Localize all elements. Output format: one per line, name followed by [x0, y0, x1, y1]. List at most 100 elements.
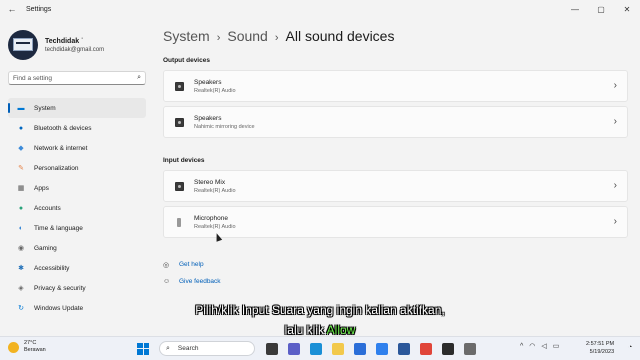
minimize-button[interactable]: —	[562, 0, 588, 18]
weather-widget[interactable]: 27°C Berawan	[8, 340, 46, 354]
output-devices-heading: Output devices	[163, 57, 210, 64]
device-name: Microphone	[194, 214, 228, 222]
sidebar-item-gaming[interactable]: ◉ Gaming	[8, 238, 146, 258]
globe-icon: ◐	[18, 224, 24, 232]
input-device-stereo-mix[interactable]: Stereo Mix Realtek(R) Audio ›	[163, 170, 628, 202]
person-icon: ●	[18, 204, 24, 212]
help-links: ◎ Get help ☺ Give feedback	[163, 256, 221, 290]
speaker-icon	[174, 181, 184, 191]
device-name: Speakers	[194, 114, 222, 122]
give-feedback-label: Give feedback	[179, 278, 221, 285]
sidebar-item-label: Bluetooth & devices	[34, 124, 92, 132]
window-controls: — ▢ ✕	[562, 0, 640, 18]
sidebar-item-apps[interactable]: ▦ Apps	[8, 178, 146, 198]
device-name: Stereo Mix	[194, 178, 226, 186]
input-device-microphone[interactable]: Microphone Realtek(R) Audio ›	[163, 206, 628, 238]
sidebar-item-network[interactable]: ◆ Network & internet	[8, 138, 146, 158]
speaker-icon	[174, 81, 184, 91]
give-feedback-link[interactable]: ☺ Give feedback	[163, 273, 221, 290]
monitor-icon: ▬	[17, 104, 25, 112]
taskbar-search-label: Search	[177, 345, 199, 352]
avatar	[8, 30, 38, 60]
subtitle-line-1: Pilih/klik Input Suara yang ingin kalian…	[195, 303, 445, 317]
shield-icon: ◈	[18, 285, 24, 292]
sidebar-nav: ▬ System ● Bluetooth & devices ◆ Network & …	[8, 98, 146, 318]
speaker-icon	[174, 117, 184, 127]
terminal-icon[interactable]	[442, 342, 454, 355]
taskbar: 27°C Berawan ⌕ Search ^ ◠ ◁ ▭ 2:57:51 PM 5…	[0, 336, 640, 360]
title-bar: ← Settings	[0, 0, 640, 18]
volume-icon[interactable]: ◁	[541, 342, 546, 350]
device-driver: Realtek(R) Audio	[194, 87, 236, 94]
sidebar: Techdidak ˙ techdidak@gmail.com ⌕ ▬ Syste…	[0, 18, 152, 336]
profile-name: Techdidak ˙	[45, 37, 84, 45]
explorer-icon[interactable]	[332, 342, 344, 355]
video-subtitle: Pilih/klik Input Suara yang ingin kalian…	[0, 300, 640, 340]
sidebar-item-accessibility[interactable]: ✱ Accessibility	[8, 258, 146, 278]
chevron-right-icon: ›	[613, 80, 617, 91]
sidebar-item-system[interactable]: ▬ System	[8, 98, 146, 118]
accessibility-icon: ✱	[18, 265, 24, 272]
gamepad-icon: ◉	[17, 245, 25, 252]
chevron-right-icon: ›	[613, 116, 617, 127]
system-tray: ^ ◠ ◁ ▭	[520, 342, 565, 351]
device-name: Speakers	[194, 78, 222, 86]
sidebar-item-privacy[interactable]: ◈ Privacy & security	[8, 278, 146, 298]
battery-icon[interactable]: ▭	[553, 342, 560, 350]
windows-start-icon[interactable]	[137, 342, 149, 355]
user-profile[interactable]: Techdidak ˙ techdidak@gmail.com	[8, 30, 104, 60]
settings-icon[interactable]	[464, 342, 476, 355]
chrome-icon[interactable]	[420, 342, 432, 355]
profile-email: techdidak@gmail.com	[45, 46, 105, 53]
sidebar-item-personalization[interactable]: ✎ Personalization	[8, 158, 146, 178]
sun-cloud-icon	[8, 341, 19, 353]
breadcrumb-separator: ›	[274, 32, 279, 44]
breadcrumb: System › Sound › All sound devices	[163, 28, 394, 44]
maximize-button[interactable]: ▢	[588, 0, 614, 18]
weather-temp: 27°C	[24, 340, 37, 346]
sidebar-item-label: Apps	[34, 184, 49, 192]
breadcrumb-system[interactable]: System	[163, 28, 210, 44]
search-input[interactable]	[13, 74, 138, 82]
search-icon[interactable]: ⌕	[137, 74, 141, 82]
chevron-up-icon[interactable]: ^	[520, 343, 523, 350]
back-arrow-icon[interactable]: ←	[2, 0, 22, 18]
device-driver: Realtek(R) Audio	[194, 223, 236, 230]
sidebar-item-time-language[interactable]: ◐ Time & language	[8, 218, 146, 238]
sidebar-item-label: Gaming	[34, 244, 57, 252]
word-icon[interactable]	[398, 342, 410, 355]
sidebar-item-bluetooth[interactable]: ● Bluetooth & devices	[8, 118, 146, 138]
sidebar-item-label: Time & language	[34, 224, 83, 232]
weather-condition: Berawan	[24, 347, 46, 353]
close-button[interactable]: ✕	[614, 0, 640, 18]
store-icon[interactable]	[354, 342, 366, 355]
output-device-speakers-nahimic[interactable]: Speakers Nahimic mirroring device ›	[163, 106, 628, 138]
chevron-right-icon: ›	[613, 180, 617, 191]
clock[interactable]: 2:57:51 PM 5/19/2023	[586, 340, 614, 356]
wifi-icon[interactable]: ◠	[529, 342, 535, 350]
chevron-right-icon: ›	[613, 216, 617, 227]
bluetooth-icon: ●	[18, 124, 24, 132]
breadcrumb-sound[interactable]: Sound	[227, 28, 267, 44]
device-driver: Nahimic mirroring device	[194, 123, 255, 130]
notification-bell-icon[interactable]: ◔	[628, 344, 632, 351]
edge-icon[interactable]	[310, 342, 322, 355]
pen-icon[interactable]	[376, 342, 388, 355]
teams-icon[interactable]	[288, 342, 300, 355]
search-icon: ⌕	[166, 344, 170, 352]
taskbar-center: ⌕ Search	[137, 341, 481, 356]
sidebar-item-label: Accessibility	[34, 264, 70, 272]
window-title: Settings	[26, 5, 52, 13]
sidebar-item-accounts[interactable]: ● Accounts	[8, 198, 146, 218]
feedback-icon: ☺	[163, 278, 171, 285]
subtitle-highlight: Allow	[326, 323, 356, 337]
taskview-icon[interactable]	[266, 342, 278, 355]
apps-icon: ▦	[17, 185, 25, 192]
sidebar-item-label: System	[34, 104, 56, 112]
output-device-speakers-realtek[interactable]: Speakers Realtek(R) Audio ›	[163, 70, 628, 102]
taskbar-search[interactable]: ⌕ Search	[159, 341, 255, 356]
get-help-label: Get help	[179, 261, 204, 268]
help-icon: ◎	[163, 261, 170, 269]
get-help-link[interactable]: ◎ Get help	[163, 256, 221, 273]
breadcrumb-separator: ›	[216, 32, 221, 44]
